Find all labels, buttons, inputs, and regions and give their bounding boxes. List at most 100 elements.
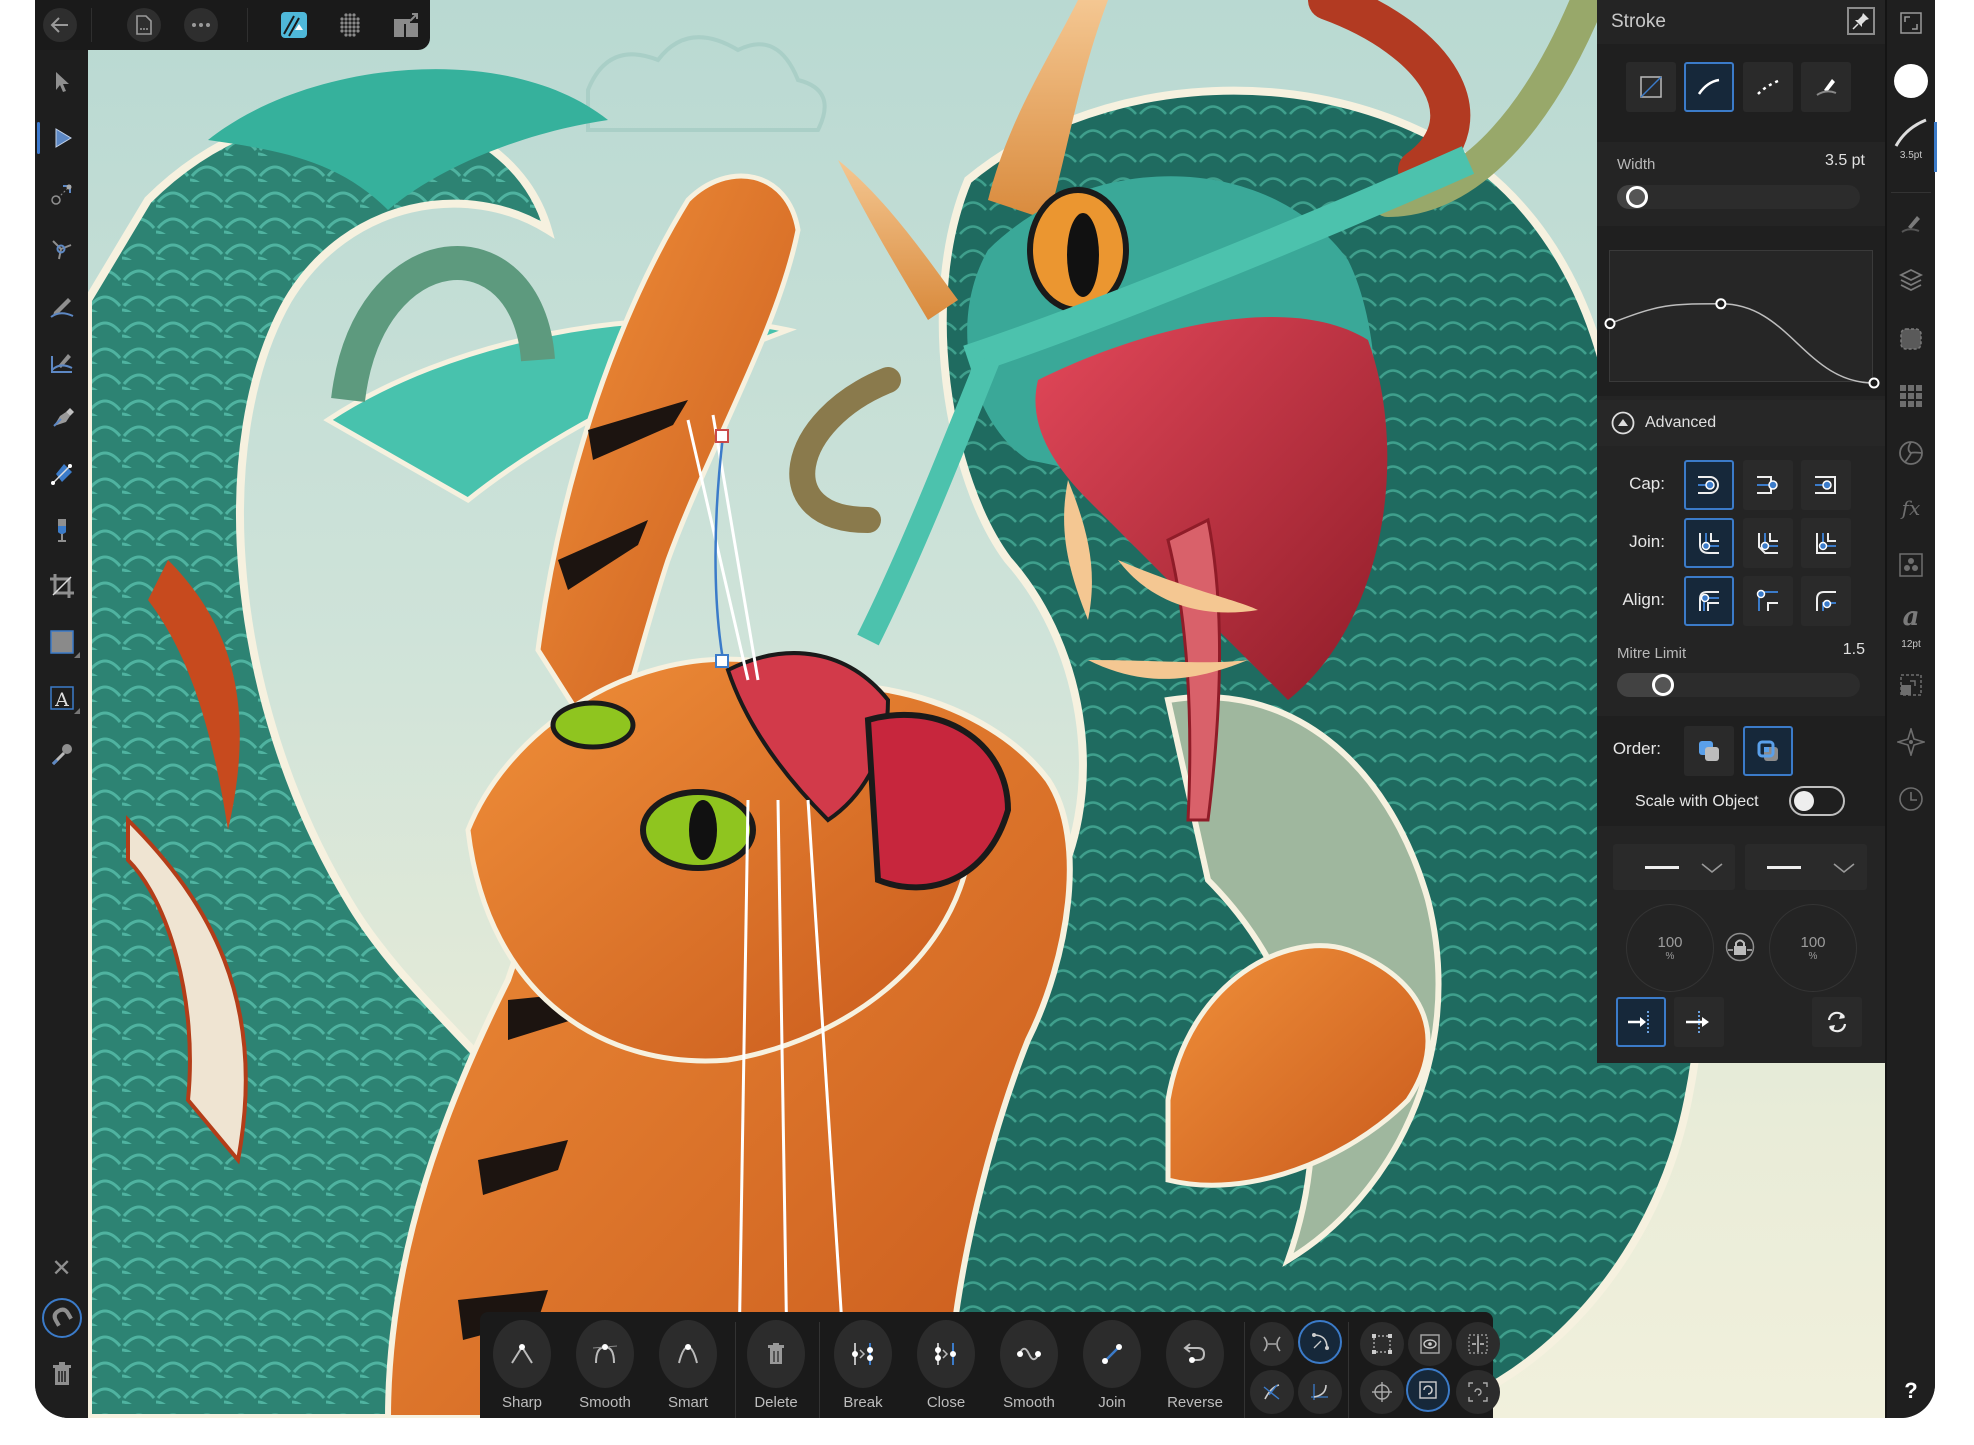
join-miter-button[interactable] xyxy=(1801,518,1851,568)
move-tool[interactable] xyxy=(35,60,88,104)
fullscreen-button[interactable] xyxy=(1887,12,1935,34)
navigator-studio-button[interactable] xyxy=(1887,728,1935,756)
convert-sharp-button[interactable]: Sharp xyxy=(492,1320,552,1411)
show-bounding-box-toggle[interactable] xyxy=(1408,1322,1452,1366)
transform-mode-toggle[interactable] xyxy=(1406,1368,1450,1412)
effects-studio-button[interactable]: fx xyxy=(1887,496,1935,520)
pressure-graph[interactable] xyxy=(1604,250,1880,389)
crop-icon xyxy=(49,574,74,598)
stroke-style-brush[interactable] xyxy=(1801,62,1851,112)
back-button[interactable] xyxy=(43,8,77,42)
pressure-point-0[interactable] xyxy=(1604,318,1616,330)
reverse-curve-button[interactable]: Reverse xyxy=(1165,1320,1225,1411)
bounding-box-toggle[interactable] xyxy=(1360,1322,1404,1366)
swatches-studio-button[interactable] xyxy=(1887,384,1935,408)
start-arrow-scale-dial[interactable]: 100 % xyxy=(1626,904,1714,992)
width-slider[interactable] xyxy=(1617,185,1860,209)
styles-studio-button[interactable] xyxy=(1887,552,1935,578)
appearance-studio-button[interactable] xyxy=(1887,326,1935,352)
control-handle[interactable] xyxy=(715,429,729,443)
pen-tool[interactable] xyxy=(35,396,88,440)
end-arrow-scale-dial[interactable]: 100 % xyxy=(1769,904,1857,992)
snap-curve-icon xyxy=(1312,1333,1329,1350)
delete-layer-button[interactable] xyxy=(35,1352,88,1396)
align-inside-button[interactable] xyxy=(1743,576,1793,626)
help-button[interactable]: ? xyxy=(1887,1378,1935,1404)
join-round-button[interactable] xyxy=(1684,518,1734,568)
break-curve-icon xyxy=(852,1343,873,1365)
cap-butt-button[interactable] xyxy=(1743,460,1793,510)
pin-panel-button[interactable] xyxy=(1847,7,1875,35)
arrow-position-inside-button[interactable] xyxy=(1616,997,1666,1047)
pressure-point-2[interactable] xyxy=(1868,377,1880,389)
transparency-studio-button[interactable] xyxy=(1887,440,1935,466)
close-context-button[interactable]: ✕ xyxy=(35,1246,88,1290)
transform-studio-button[interactable] xyxy=(1887,672,1935,698)
more-options-button[interactable] xyxy=(184,8,218,42)
arrow-position-outside-button[interactable] xyxy=(1674,997,1724,1047)
order-stroke-behind-button[interactable] xyxy=(1684,726,1734,776)
snap-nodes-toggle[interactable] xyxy=(1250,1322,1294,1366)
lock-scale-button[interactable] xyxy=(1725,932,1755,962)
fill-tool[interactable] xyxy=(35,508,88,552)
history-studio-button[interactable] xyxy=(1887,786,1935,812)
point-transform-tool[interactable] xyxy=(35,172,88,216)
stroke-style-solid[interactable] xyxy=(1684,62,1734,112)
pressure-section xyxy=(1597,226,1885,396)
align-center-icon xyxy=(1699,591,1719,611)
vector-brush-tool[interactable] xyxy=(35,340,88,384)
close-curve-button[interactable]: Close xyxy=(916,1320,976,1411)
align-outside-button[interactable] xyxy=(1801,576,1851,626)
pixel-persona-button[interactable] xyxy=(336,11,364,39)
snap-curve-toggle[interactable] xyxy=(1298,1320,1342,1364)
layers-studio-button[interactable] xyxy=(1887,268,1935,292)
export-persona-button[interactable] xyxy=(392,11,420,39)
corner-tool[interactable] xyxy=(35,228,88,272)
start-arrowhead-dropdown[interactable] xyxy=(1613,844,1735,890)
stroke-panel: Stroke Width 3.5 pt Advanced Cap: Join: … xyxy=(1597,0,1885,1063)
stroke-style-dashed[interactable] xyxy=(1743,62,1793,112)
rectangle-tool[interactable] xyxy=(35,620,88,664)
snapping-button[interactable] xyxy=(35,1296,88,1340)
join-bevel-button[interactable] xyxy=(1743,518,1793,568)
scale-with-object-toggle[interactable] xyxy=(1789,786,1845,816)
pressure-point-1[interactable] xyxy=(1715,298,1727,310)
end-arrowhead-dropdown[interactable] xyxy=(1745,844,1867,890)
snap-tangent-toggle[interactable] xyxy=(1250,1370,1294,1414)
auto-select-toggle[interactable] xyxy=(1456,1370,1500,1414)
color-picker-tool[interactable] xyxy=(35,732,88,776)
path-node[interactable] xyxy=(715,654,729,668)
designer-persona-button[interactable] xyxy=(280,11,308,39)
mitre-limit-slider[interactable] xyxy=(1617,673,1860,697)
align-center-toggle[interactable] xyxy=(1456,1322,1500,1366)
join-curves-button[interactable]: Join xyxy=(1082,1320,1142,1411)
convert-smooth-button[interactable]: Smooth xyxy=(575,1320,635,1411)
break-curve-button[interactable]: Break xyxy=(833,1320,893,1411)
crop-tool[interactable] xyxy=(35,564,88,608)
document-menu-button[interactable] xyxy=(127,8,161,42)
convert-smart-button[interactable]: Smart xyxy=(658,1320,718,1411)
width-slider-knob[interactable] xyxy=(1625,186,1648,208)
stroke-studio-button[interactable]: 3.5pt xyxy=(1887,118,1937,172)
pencil-tool[interactable] xyxy=(35,284,88,328)
advanced-header[interactable]: Advanced xyxy=(1597,400,1885,446)
snap-geometry-toggle[interactable] xyxy=(1298,1370,1342,1414)
brushes-studio-button[interactable] xyxy=(1887,212,1935,236)
mitre-limit-label: Mitre Limit xyxy=(1617,645,1687,662)
order-stroke-front-button[interactable] xyxy=(1743,726,1793,776)
align-center-button[interactable] xyxy=(1684,576,1734,626)
text-tool[interactable]: A xyxy=(35,676,88,720)
delete-node-button[interactable]: Delete xyxy=(746,1320,806,1411)
color-studio-button[interactable] xyxy=(1887,64,1935,98)
gradient-tool[interactable] xyxy=(35,452,88,496)
node-tool[interactable] xyxy=(35,116,88,160)
smooth-curve-icon xyxy=(1017,1347,1041,1361)
cap-round-button[interactable] xyxy=(1684,460,1734,510)
mitre-slider-knob[interactable] xyxy=(1651,674,1674,696)
rotation-center-toggle[interactable] xyxy=(1360,1370,1404,1414)
cap-square-button[interactable] xyxy=(1801,460,1851,510)
text-styles-studio-button[interactable]: a 12pt xyxy=(1887,604,1935,658)
smooth-curve-button[interactable]: Smooth xyxy=(999,1320,1059,1411)
stroke-style-none[interactable] xyxy=(1626,62,1676,112)
swap-arrowheads-button[interactable] xyxy=(1812,997,1862,1047)
